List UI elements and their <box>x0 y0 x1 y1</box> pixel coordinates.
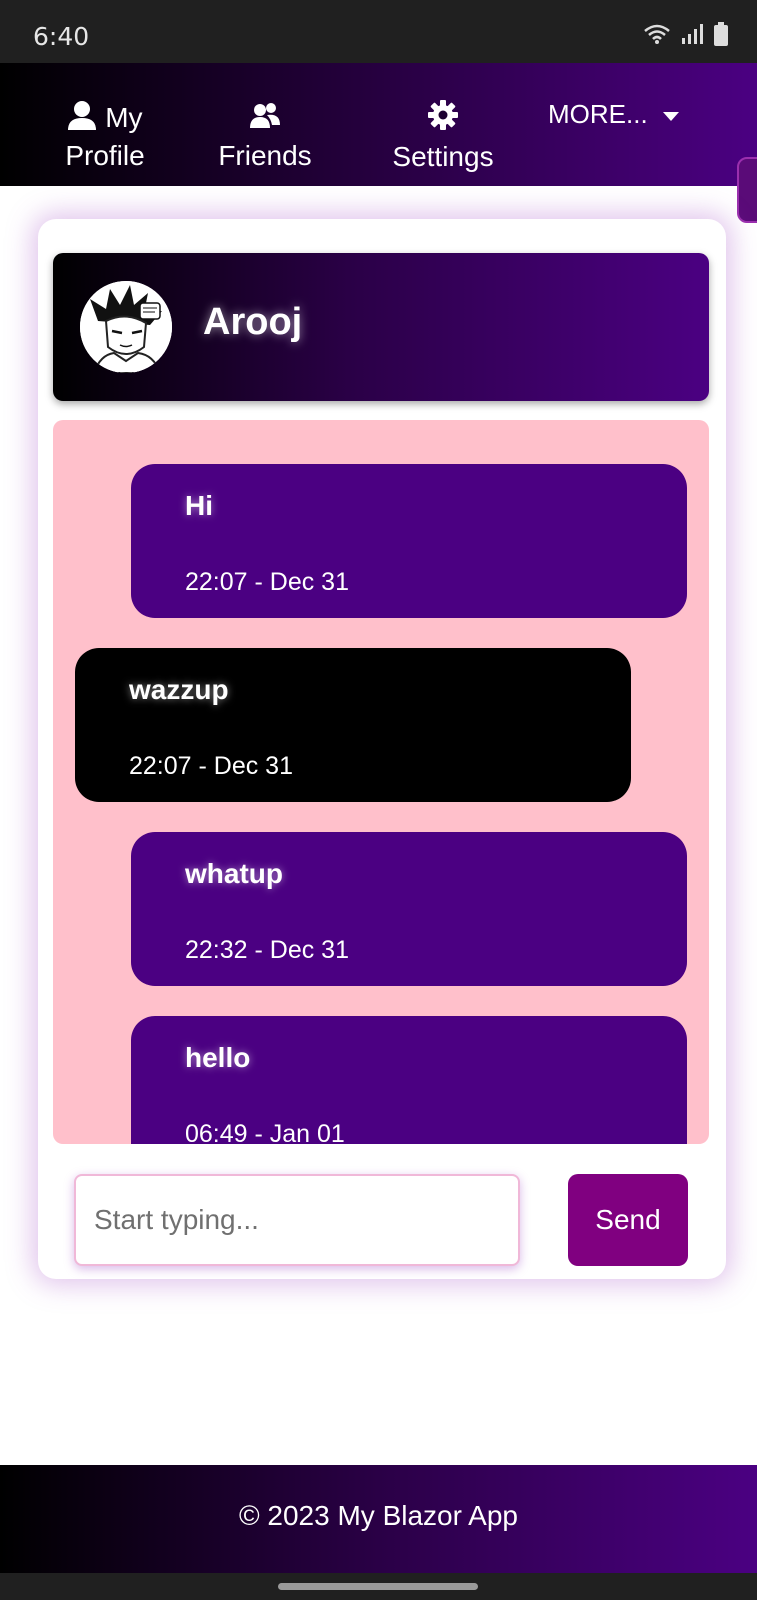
chat-card: Arooj Hi 22:07 - Dec 31 wazzup 22:07 - D… <box>38 219 726 1279</box>
nav-my-profile-label-1: My <box>105 102 143 133</box>
footer: © 2023 My Blazor App <box>0 1465 757 1573</box>
message-bubble-sent: Hi 22:07 - Dec 31 <box>131 464 687 618</box>
status-icons <box>643 22 729 51</box>
signal-icon <box>681 23 703 50</box>
friends-icon <box>210 99 320 137</box>
message-time: 22:07 - Dec 31 <box>129 752 293 780</box>
battery-icon <box>713 22 729 51</box>
chat-contact-name: Arooj <box>203 301 303 343</box>
footer-copyright: © 2023 My Blazor App <box>238 1500 518 1531</box>
status-time: 6:40 <box>33 22 90 51</box>
message-text: whatup <box>185 858 283 889</box>
message-time: 22:32 - Dec 31 <box>185 936 349 964</box>
message-input[interactable] <box>74 1174 520 1266</box>
avatar <box>80 281 172 373</box>
message-text: wazzup <box>129 674 229 705</box>
nav-my-profile-label-2: Profile <box>65 140 145 171</box>
nav-friends-label: Friends <box>218 140 312 171</box>
top-navbar: My Profile Friends Settings MORE... <box>0 63 757 223</box>
system-navigation-bar <box>0 1573 757 1600</box>
nav-settings[interactable]: Settings <box>382 99 504 176</box>
nav-more-label: MORE... <box>548 99 648 129</box>
message-time: 06:49 - Jan 01 <box>185 1120 345 1144</box>
message-bubble-sent: whatup 22:32 - Dec 31 <box>131 832 687 986</box>
home-gesture-handle[interactable] <box>278 1583 478 1590</box>
nav-friends[interactable]: Friends <box>210 99 320 175</box>
message-text: hello <box>185 1042 251 1073</box>
message-list[interactable]: Hi 22:07 - Dec 31 wazzup 22:07 - Dec 31 … <box>53 420 709 1144</box>
nav-my-profile[interactable]: My Profile <box>50 99 160 175</box>
message-bubble-received: wazzup 22:07 - Dec 31 <box>75 648 631 802</box>
gear-icon <box>382 99 504 138</box>
wifi-icon <box>643 23 671 50</box>
nav-more-dropdown[interactable]: MORE... <box>548 99 680 130</box>
send-button[interactable]: Send <box>568 1174 688 1266</box>
message-compose-row: Send <box>38 1174 726 1269</box>
message-text: Hi <box>185 490 213 521</box>
person-icon <box>67 101 105 133</box>
nav-settings-label: Settings <box>392 141 494 172</box>
nav-overflow-button[interactable] <box>737 157 757 223</box>
message-bubble-sent: hello 06:49 - Jan 01 <box>131 1016 687 1144</box>
status-bar: 6:40 <box>0 0 757 63</box>
message-time: 22:07 - Dec 31 <box>185 568 349 596</box>
chat-header: Arooj <box>53 253 709 401</box>
caret-down-icon <box>662 99 680 130</box>
